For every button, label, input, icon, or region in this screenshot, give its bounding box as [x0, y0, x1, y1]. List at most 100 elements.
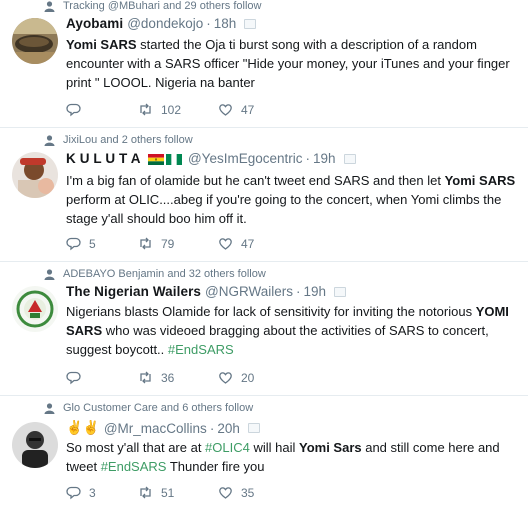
- reply-button[interactable]: [66, 370, 138, 385]
- highlighted-text: Yomi SARS: [444, 173, 516, 188]
- social-context: JixiLou and 2 others follow: [44, 134, 193, 146]
- person-icon: [44, 134, 55, 146]
- tweet-text-segment: Nigerians blasts Olamide for lack of sen…: [66, 304, 476, 319]
- caret-icon[interactable]: [244, 18, 257, 29]
- nigeria-flag-icon: [165, 153, 182, 165]
- social-context-text[interactable]: Glo Customer Care and 6 others follow: [63, 402, 253, 414]
- user-handle[interactable]: @NGRWailers: [205, 284, 293, 299]
- like-count: 35: [241, 485, 255, 500]
- like-count: 47: [241, 102, 255, 117]
- tweet-header: The Nigerian Wailers @NGRWailers · 19h: [66, 284, 347, 299]
- reply-count: 5: [89, 236, 96, 251]
- timestamp[interactable]: 19h: [313, 151, 336, 166]
- highlighted-text: Yomi Sars: [298, 440, 362, 455]
- reply-icon: [66, 371, 81, 385]
- user-handle[interactable]: @Mr_macCollins: [104, 421, 207, 436]
- like-button[interactable]: 35: [218, 485, 254, 500]
- hashtag-link[interactable]: #EndSARS: [101, 459, 167, 474]
- tweet-text: I'm a big fan of olamide but he can't tw…: [66, 171, 518, 228]
- heart-icon: [219, 372, 232, 384]
- tweet-text-segment: will hail: [249, 440, 299, 455]
- retweet-button[interactable]: 51: [138, 485, 218, 500]
- caret-icon[interactable]: [343, 153, 356, 164]
- reply-icon: [66, 237, 81, 251]
- tweet-text: So most y'all that are at #OLIC4 will ha…: [66, 438, 518, 476]
- social-context: Glo Customer Care and 6 others follow: [44, 402, 253, 414]
- social-context: ADEBAYO Benjamin and 32 others follow: [44, 268, 266, 280]
- retweet-icon: [140, 237, 151, 250]
- display-name[interactable]: K U L U T A: [66, 151, 184, 166]
- retweet-count: 102: [161, 102, 182, 117]
- reply-count: 3: [89, 485, 96, 500]
- tweet[interactable]: ADEBAYO Benjamin and 32 others follow Th…: [0, 262, 528, 396]
- retweet-count: 79: [161, 236, 175, 251]
- timestamp[interactable]: 20h: [217, 421, 240, 436]
- heart-icon: [219, 487, 232, 499]
- timestamp[interactable]: 19h: [304, 284, 327, 299]
- tweet-header: K U L U T A @YesImEgocentric · 19h: [66, 151, 356, 166]
- like-button[interactable]: 20: [218, 370, 254, 385]
- tweet-header: Ayobami @dondekojo · 18h: [66, 16, 257, 31]
- heart-icon: [219, 238, 232, 250]
- like-count: 20: [241, 370, 255, 385]
- tweet[interactable]: JixiLou and 2 others follow K U L U T A …: [0, 128, 528, 262]
- display-name[interactable]: Ayobami: [66, 16, 123, 31]
- like-button[interactable]: 47: [218, 236, 254, 251]
- reply-button[interactable]: 3: [66, 485, 138, 500]
- caret-icon[interactable]: [247, 423, 260, 433]
- social-context: Tracking @MBuhari and 29 others follow: [44, 0, 261, 12]
- display-name-text: K U L U T A: [66, 151, 141, 166]
- retweet-button[interactable]: 79: [138, 236, 218, 251]
- highlighted-text: Yomi SARS: [66, 37, 137, 52]
- reply-button[interactable]: 5: [66, 236, 138, 251]
- timestamp[interactable]: 18h: [214, 16, 237, 31]
- user-handle[interactable]: @YesImEgocentric: [188, 151, 303, 166]
- avatar[interactable]: [12, 422, 58, 468]
- like-count: 47: [241, 236, 255, 251]
- reply-button[interactable]: [66, 102, 138, 117]
- retweet-icon: [140, 103, 151, 116]
- tweet-actions: 5 79 47: [66, 236, 254, 251]
- avatar[interactable]: [12, 18, 58, 64]
- avatar[interactable]: [12, 286, 58, 332]
- tweet-text-segment: I'm a big fan of olamide but he can't tw…: [66, 173, 445, 188]
- retweet-count: 36: [161, 370, 175, 385]
- display-name[interactable]: The Nigerian Wailers: [66, 284, 201, 299]
- person-icon: [44, 402, 55, 414]
- reply-icon: [66, 103, 81, 117]
- social-context-text[interactable]: ADEBAYO Benjamin and 32 others follow: [63, 268, 266, 280]
- display-name[interactable]: ✌✌: [66, 420, 100, 436]
- heart-icon: [219, 104, 232, 116]
- tweet-text: Nigerians blasts Olamide for lack of sen…: [66, 302, 518, 359]
- tweet-header: ✌✌ @Mr_macCollins · 20h: [66, 420, 260, 436]
- tweet-text-segment: who was videoed bragging about the activ…: [66, 323, 489, 357]
- avatar[interactable]: [12, 152, 58, 198]
- caret-icon[interactable]: [334, 286, 347, 297]
- hashtag-link[interactable]: #EndSARS: [168, 342, 234, 357]
- separator: ·: [209, 420, 215, 436]
- ghana-flag-icon: [147, 153, 164, 165]
- separator: ·: [206, 16, 211, 31]
- hashtag-link[interactable]: #OLIC4: [205, 440, 250, 455]
- retweet-button[interactable]: 36: [138, 370, 218, 385]
- retweet-count: 51: [161, 485, 175, 500]
- reply-icon: [66, 486, 81, 500]
- retweet-icon: [140, 371, 151, 384]
- social-context-text[interactable]: Tracking @MBuhari and 29 others follow: [63, 0, 261, 12]
- tweet-text-segment: Thunder fire you: [166, 459, 265, 474]
- tweet-actions: 102 47: [66, 102, 254, 117]
- tweet-text: Yomi SARS started the Oja ti burst song …: [66, 35, 518, 92]
- social-context-text[interactable]: JixiLou and 2 others follow: [63, 134, 193, 146]
- tweet-actions: 3 51 35: [66, 485, 254, 500]
- tweet[interactable]: Tracking @MBuhari and 29 others follow A…: [0, 0, 528, 128]
- like-button[interactable]: 47: [218, 102, 254, 117]
- retweet-button[interactable]: 102: [138, 102, 218, 117]
- tweet-text-segment: So most y'all that are at: [66, 440, 206, 455]
- user-handle[interactable]: @dondekojo: [127, 16, 203, 31]
- retweet-icon: [140, 486, 151, 499]
- person-icon: [44, 268, 55, 280]
- person-icon: [44, 0, 55, 12]
- tweet-actions: 36 20: [66, 370, 254, 385]
- tweet[interactable]: Glo Customer Care and 6 others follow ✌✌…: [0, 396, 528, 510]
- separator: ·: [305, 151, 310, 166]
